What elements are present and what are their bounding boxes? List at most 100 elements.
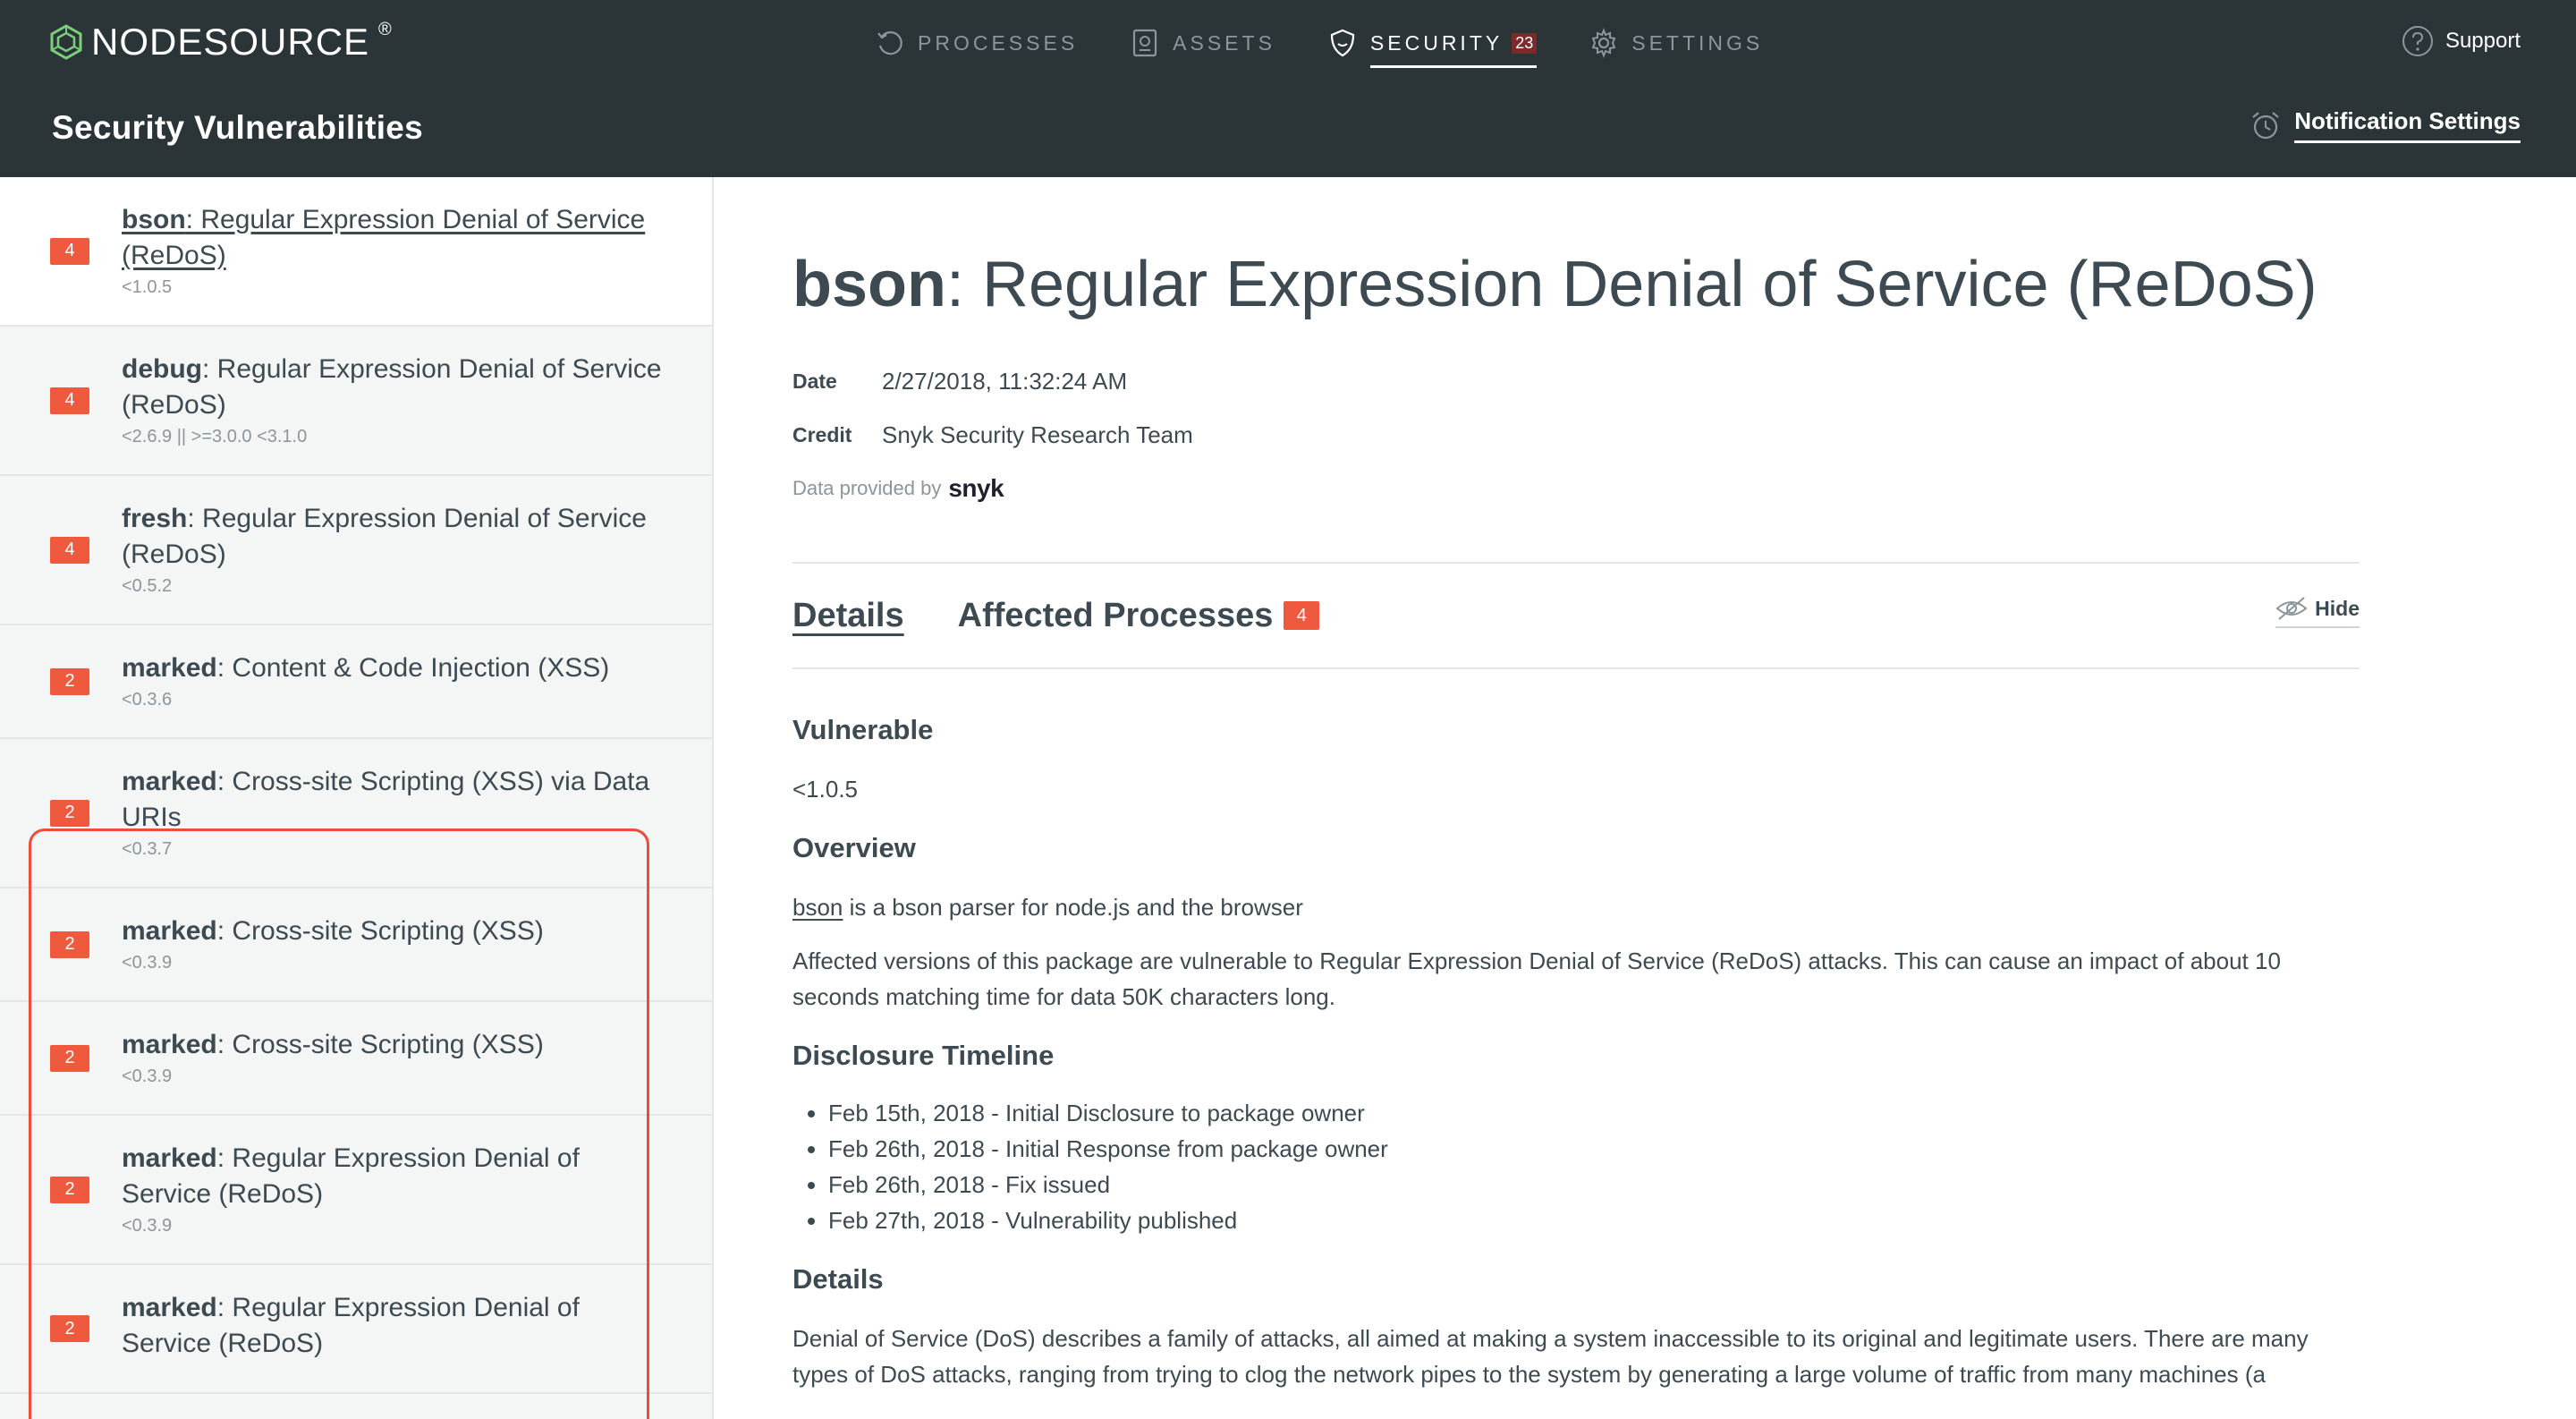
nav-security-label: SECURITY — [1369, 30, 1504, 55]
shield-icon — [1330, 29, 1355, 57]
severity-badge: 4 — [50, 237, 89, 265]
vuln-package: marked — [122, 653, 217, 683]
timeline-item: Feb 15th, 2018 - Initial Disclosure to p… — [828, 1095, 2360, 1131]
tab-affected-processes[interactable]: Affected Processes 4 — [958, 597, 1320, 635]
vuln-title: bson: Regular Expression Denial of Servi… — [122, 202, 667, 274]
snyk-logo[interactable]: snyk — [948, 474, 1004, 503]
nav-security[interactable]: SECURITY 23 — [1327, 23, 1538, 68]
vuln-package: marked — [122, 1143, 217, 1173]
nav-processes-label: PROCESSES — [918, 30, 1079, 55]
vuln-package: fresh — [122, 504, 188, 533]
overview-heading: Overview — [792, 832, 916, 863]
vuln-name: : Content & Code Injection (XSS) — [216, 653, 610, 683]
vuln-title: debug: Regular Expression Denial of Serv… — [122, 352, 667, 423]
vuln-list-item[interactable]: 2 marked: Content & Code Injection (XSS)… — [0, 625, 712, 739]
credit-label: Credit — [792, 422, 852, 446]
vuln-list-item[interactable]: 2 marked: Regular Expression Denial of S… — [0, 1116, 712, 1265]
overview-description: is a bson parser for node.js and the bro… — [843, 894, 1303, 921]
vulnerable-value: <1.0.5 — [792, 776, 859, 803]
hide-button[interactable]: Hide — [2275, 596, 2360, 628]
severity-badge: 2 — [50, 799, 89, 827]
vuln-package: bson — [122, 205, 186, 234]
vuln-version-range: <0.3.9 — [122, 953, 173, 973]
notification-settings-link[interactable]: Notification Settings — [2250, 104, 2521, 147]
package-link[interactable]: bson — [792, 894, 843, 921]
security-count-badge: 23 — [1512, 32, 1538, 54]
vuln-version-range: <0.5.2 — [122, 576, 173, 596]
vuln-package: marked — [122, 1030, 217, 1059]
vuln-title: fresh: Regular Expression Denial of Serv… — [122, 501, 667, 573]
timeline-item: Feb 26th, 2018 - Initial Response from p… — [828, 1131, 2360, 1167]
detail-tabs: Details Affected Processes 4 Hide — [792, 562, 2360, 669]
severity-badge: 2 — [50, 1044, 89, 1072]
timeline-heading: Disclosure Timeline — [792, 1040, 1055, 1071]
vuln-package: marked — [122, 1293, 217, 1322]
severity-badge: 2 — [50, 930, 89, 958]
notification-settings-label: Notification Settings — [2294, 107, 2521, 143]
vuln-package: marked — [122, 767, 217, 796]
affected-count-badge: 4 — [1284, 601, 1320, 630]
hide-label: Hide — [2315, 596, 2360, 620]
main-nav: PROCESSES ASSETS SECURITY 23 SETTINGS — [875, 23, 1815, 68]
cube-logo-icon — [50, 24, 82, 60]
alarm-clock-icon — [2252, 112, 2279, 140]
vuln-list-item[interactable]: 4 fresh: Regular Expression Denial of Se… — [0, 476, 712, 625]
nodesource-logo[interactable]: NODESOURCE ® — [50, 20, 392, 64]
vuln-list-item[interactable]: 2 marked: Regular Expression Denial of S… — [0, 1265, 712, 1394]
provided-by-label: Data provided by — [792, 477, 942, 499]
overview-text: bson is a bson parser for node.js and th… — [792, 889, 2360, 925]
detail-package: bson — [792, 249, 946, 320]
detail-title: bson: Regular Expression Denial of Servi… — [792, 245, 2360, 324]
support-label: Support — [2445, 29, 2521, 53]
tab-details[interactable]: Details — [792, 597, 904, 635]
vulnerability-list: 4 bson: Regular Expression Denial of Ser… — [0, 177, 714, 1419]
details-heading: Details — [792, 1263, 884, 1295]
vuln-package: debug — [122, 354, 202, 384]
vuln-list-item[interactable]: 4 debug: Regular Expression Denial of Se… — [0, 327, 712, 476]
gear-icon — [1591, 28, 1616, 58]
vuln-title: marked: Regular Expression Denial of Ser… — [122, 1290, 667, 1362]
disclosure-timeline: Feb 15th, 2018 - Initial Disclosure to p… — [828, 1095, 2360, 1238]
vuln-list-item[interactable]: 2 marked: Cross-site Scripting (XSS) <0.… — [0, 1002, 712, 1116]
vuln-version-range: <0.3.9 — [122, 1216, 173, 1236]
severity-badge: 2 — [50, 1315, 89, 1342]
vuln-list-item[interactable]: 2 marked: Cross-site Scripting (XSS) via… — [0, 739, 712, 888]
overview-paragraph: Affected versions of this package are vu… — [792, 947, 2281, 1010]
vuln-list-item[interactable]: 2 marked: Cross-site Scripting (XSS) <0.… — [0, 888, 712, 1002]
refresh-icon — [877, 31, 902, 55]
support-link[interactable]: Support — [2401, 23, 2521, 59]
nav-processes[interactable]: PROCESSES — [875, 23, 1078, 63]
vuln-version-range: <0.3.6 — [122, 690, 173, 710]
nav-settings[interactable]: SETTINGS — [1589, 23, 1763, 63]
details-paragraph: Denial of Service (DoS) describes a fami… — [792, 1325, 2309, 1388]
vuln-name: : Regular Expression Denial of Service (… — [122, 354, 662, 420]
timeline-item: Feb 26th, 2018 - Fix issued — [828, 1167, 2360, 1202]
vuln-package: marked — [122, 916, 217, 946]
vuln-title: marked: Content & Code Injection (XSS) — [122, 650, 667, 686]
credit-row: Credit Snyk Security Research Team — [792, 408, 2360, 462]
vulnerability-detail: bson: Regular Expression Denial of Servi… — [792, 177, 2360, 1419]
severity-badge: 2 — [50, 667, 89, 695]
timeline-item: Feb 27th, 2018 - Vulnerability published — [828, 1202, 2360, 1238]
vuln-name: : Cross-site Scripting (XSS) — [216, 916, 544, 946]
vuln-list-item[interactable]: 4 bson: Regular Expression Denial of Ser… — [0, 177, 712, 327]
registered-mark: ® — [378, 19, 392, 39]
asset-icon — [1133, 29, 1157, 57]
vuln-version-range: <2.6.9 || >=3.0.0 <3.1.0 — [122, 427, 308, 446]
vuln-title: marked: Cross-site Scripting (XSS) — [122, 913, 667, 949]
severity-badge: 4 — [50, 387, 89, 414]
vuln-version-range: <1.0.5 — [122, 277, 173, 297]
detail-name: : Regular Expression Denial of Service (… — [945, 249, 2318, 320]
nav-settings-label: SETTINGS — [1631, 30, 1764, 55]
severity-badge: 4 — [50, 536, 89, 564]
vuln-title: marked: Regular Expression Denial of Ser… — [122, 1141, 667, 1212]
logo-text: NODESOURCE — [91, 21, 370, 63]
help-icon — [2402, 26, 2433, 56]
tab-affected-label: Affected Processes — [957, 596, 1274, 634]
date-label: Date — [792, 369, 837, 393]
severity-badge: 2 — [50, 1176, 89, 1203]
data-provider-row: Data provided by snyk — [792, 462, 2360, 515]
nav-assets[interactable]: ASSETS — [1130, 23, 1275, 63]
date-row: Date 2/27/2018, 11:32:24 AM — [792, 354, 2360, 408]
date-value: 2/27/2018, 11:32:24 AM — [882, 367, 1128, 395]
